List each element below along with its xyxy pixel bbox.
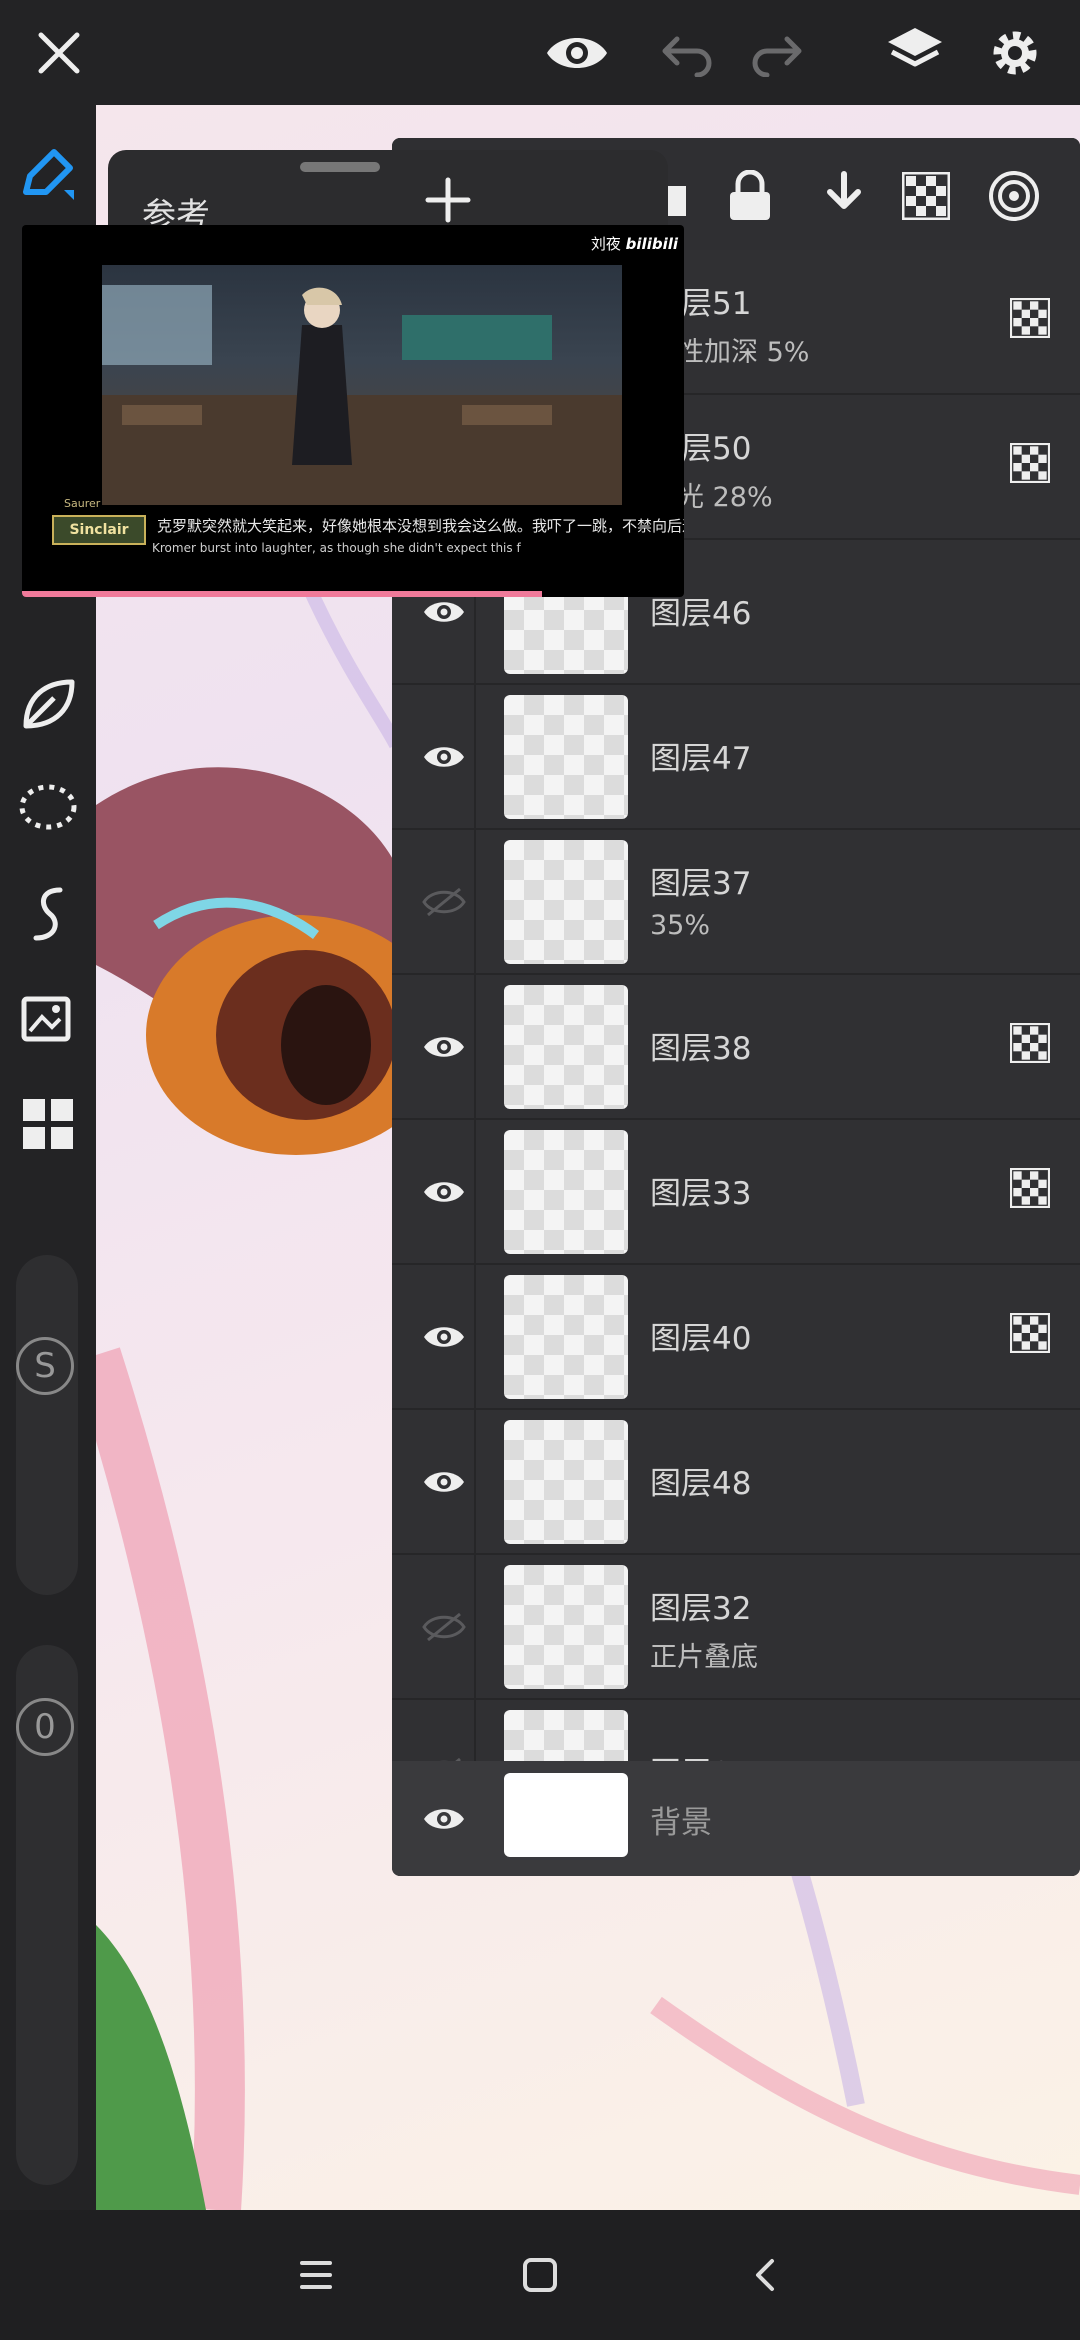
- layer-name: 图层40: [650, 1321, 752, 1357]
- layer-row[interactable]: 图层47: [392, 685, 1080, 830]
- merge-down-icon[interactable]: [808, 166, 868, 226]
- layer-row[interactable]: 图层38: [392, 975, 1080, 1120]
- grid-icon[interactable]: [14, 1090, 82, 1158]
- reference-image[interactable]: 刘夜 bilibili Saurer Sinclair 克罗默突然就大笑起来，好…: [22, 225, 684, 597]
- lasso-icon[interactable]: [14, 775, 82, 843]
- eye-icon[interactable]: [542, 18, 612, 88]
- divider: [474, 1555, 476, 1698]
- layer-thumbnail: [504, 695, 628, 819]
- brush-size-badge: S: [16, 1337, 74, 1395]
- layer-name: 图层37: [650, 866, 752, 902]
- alpha-lock-icon[interactable]: [1009, 1312, 1051, 1354]
- visibility-eye-icon[interactable]: [414, 727, 474, 787]
- gear-icon[interactable]: [980, 18, 1050, 88]
- layers-icon[interactable]: [880, 18, 950, 88]
- video-progress-bar: [22, 591, 542, 597]
- layer-name: 图层33: [650, 1176, 752, 1212]
- system-navigation-bar: [0, 2210, 1080, 2340]
- speaker-name: Sinclair: [52, 515, 146, 545]
- lock-icon[interactable]: [720, 166, 780, 226]
- background-layer-row[interactable]: 背景: [392, 1761, 1080, 1876]
- undo-icon[interactable]: [652, 18, 722, 88]
- layer-row[interactable]: 图层37 35%: [392, 830, 1080, 975]
- layer-row[interactable]: 图层40: [392, 1265, 1080, 1410]
- layer-row[interactable]: 图层32 正片叠底: [392, 1555, 1080, 1700]
- top-toolbar: [0, 0, 1080, 105]
- divider: [474, 685, 476, 828]
- layer-name: 图层38: [650, 1031, 752, 1067]
- hidden-eye-icon[interactable]: [414, 1597, 474, 1657]
- visibility-eye-icon[interactable]: [414, 1162, 474, 1222]
- divider: [474, 975, 476, 1118]
- background-thumbnail: [504, 1773, 628, 1857]
- subtitle-chinese: 克罗默突然就大笑起来，好像她根本没想到我会这么做。我吓了一跳，不禁向后退了两步。: [157, 517, 684, 535]
- curve-icon[interactable]: [14, 880, 82, 948]
- brush-icon[interactable]: [14, 140, 82, 208]
- layer-thumbnail: [504, 840, 628, 964]
- layer-row[interactable]: 图层33: [392, 1120, 1080, 1265]
- opacity-badge: 0: [16, 1698, 74, 1756]
- back-icon[interactable]: [736, 2245, 796, 2305]
- layer-thumbnail: [504, 1565, 628, 1689]
- divider: [474, 1410, 476, 1553]
- drag-handle[interactable]: [300, 162, 380, 172]
- bilibili-logo: bilibili: [625, 235, 678, 253]
- home-icon[interactable]: [510, 2245, 570, 2305]
- speaker-label-small: Saurer: [64, 497, 101, 510]
- alpha-lock-icon[interactable]: [1009, 297, 1051, 339]
- divider: [474, 1265, 476, 1408]
- subtitle-english: Kromer burst into laughter, as though sh…: [152, 541, 521, 555]
- alpha-lock-icon[interactable]: [1009, 1167, 1051, 1209]
- divider: [474, 830, 476, 973]
- alpha-lock-icon[interactable]: [1009, 442, 1051, 484]
- alpha-lock-icon[interactable]: [1009, 1022, 1051, 1064]
- layer-name: 图层47: [650, 741, 752, 777]
- visibility-eye-icon[interactable]: [414, 1452, 474, 1512]
- layer-thumbnail: [504, 1275, 628, 1399]
- visibility-eye-icon[interactable]: [414, 1307, 474, 1367]
- video-logo: 刘夜 bilibili: [591, 233, 678, 254]
- video-watermark: 刘夜: [590, 235, 621, 253]
- layer-blend-info: 35%: [650, 910, 711, 941]
- menu-icon[interactable]: [286, 2245, 346, 2305]
- redo-icon[interactable]: [742, 18, 812, 88]
- hidden-eye-icon[interactable]: [414, 872, 474, 932]
- add-icon[interactable]: [418, 170, 478, 230]
- checker-icon[interactable]: [896, 166, 956, 226]
- image-transform-icon[interactable]: [14, 985, 82, 1053]
- layer-name: 图层48: [650, 1466, 752, 1502]
- layer-name: 图层32: [650, 1591, 752, 1627]
- layer-thumbnail: [504, 1420, 628, 1544]
- layer-thumbnail: [504, 1130, 628, 1254]
- reference-scene-image: [102, 265, 622, 505]
- close-icon[interactable]: [24, 18, 94, 88]
- background-layer-name: 背景: [650, 1805, 712, 1841]
- divider: [474, 1120, 476, 1263]
- target-icon[interactable]: [984, 166, 1044, 226]
- layer-thumbnail: [504, 985, 628, 1109]
- layer-row[interactable]: 图层48: [392, 1410, 1080, 1555]
- visibility-eye-icon[interactable]: [414, 1017, 474, 1077]
- leaf-icon[interactable]: [14, 670, 82, 738]
- layer-blend-info: 正片叠底: [650, 1642, 758, 1673]
- visibility-eye-icon[interactable]: [414, 1789, 474, 1849]
- brush-size-slider[interactable]: [16, 1255, 78, 1595]
